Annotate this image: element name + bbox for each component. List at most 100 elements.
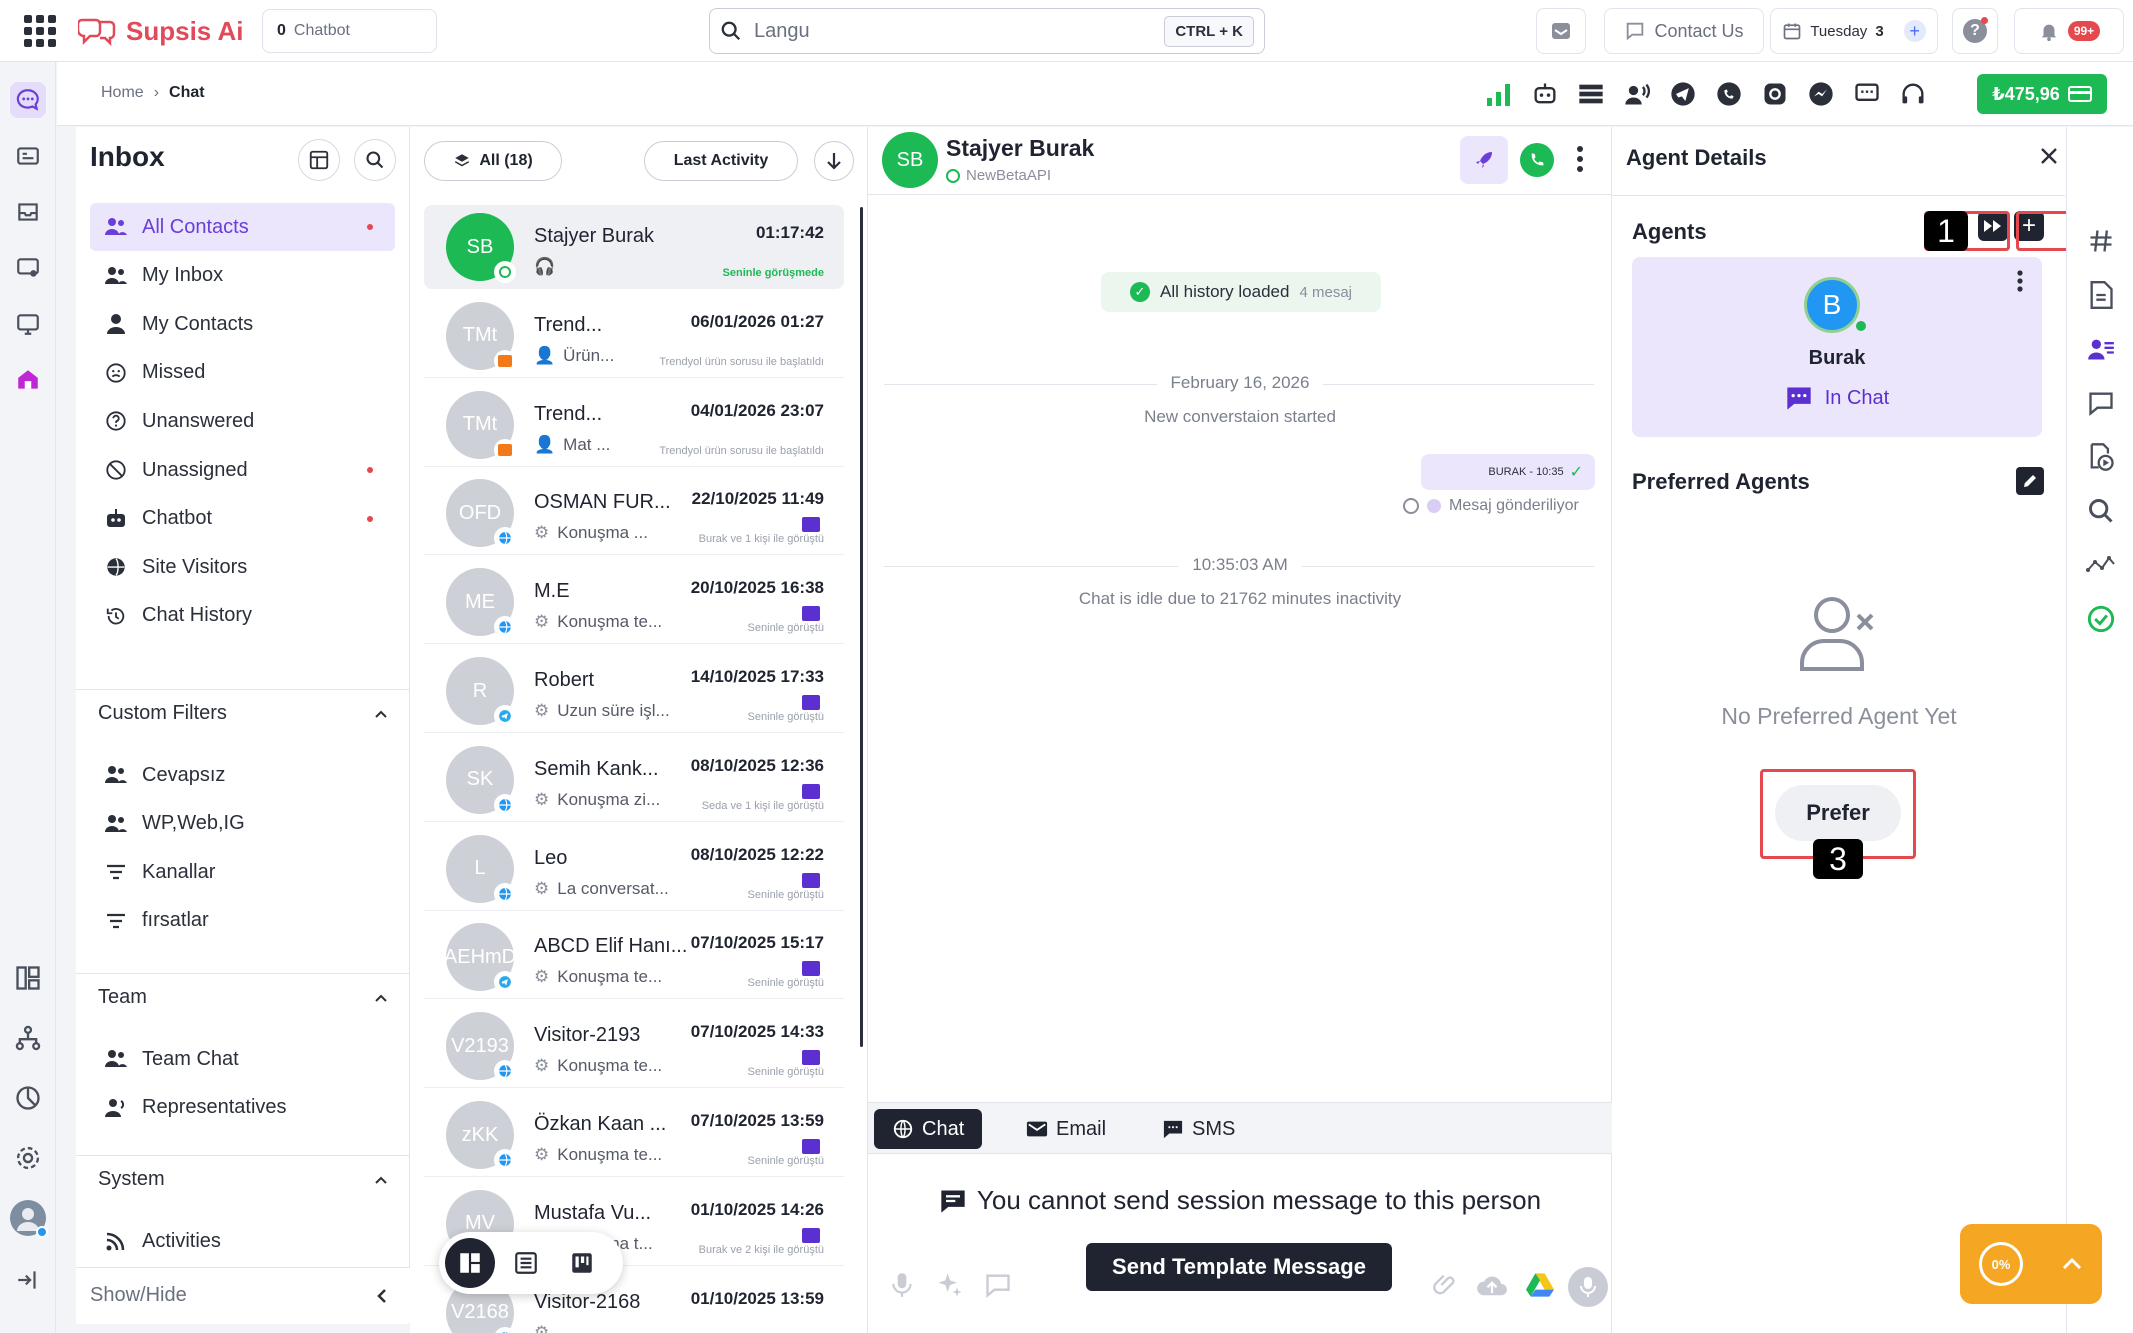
sidebar-item-chatbot[interactable]: Chatbot	[90, 495, 395, 543]
list-view-button[interactable]	[501, 1238, 551, 1288]
chatbot-selector[interactable]: 0 Chatbot	[262, 9, 437, 53]
kanban-view-button[interactable]	[557, 1238, 607, 1288]
chevron-left-icon[interactable]	[376, 1288, 388, 1304]
reports-pie-icon[interactable]	[10, 1080, 46, 1116]
tab-sms[interactable]: SMS	[1144, 1109, 1253, 1149]
headset-icon[interactable]	[1899, 80, 1927, 108]
document-icon[interactable]	[2083, 277, 2119, 313]
sparkle-ai-icon[interactable]	[932, 1267, 968, 1303]
sidebar-item-my-contacts[interactable]: My Contacts	[90, 300, 395, 348]
whatsapp-icon[interactable]	[1715, 80, 1743, 108]
calendar-button[interactable]: Tuesday 3 +	[1770, 8, 1938, 54]
journey-icon[interactable]	[2083, 547, 2119, 583]
contact-list-item[interactable]: R Robert 14/10/2025 17:33 ⚙ Uzun süre işl…	[424, 649, 844, 733]
more-options-icon[interactable]	[1576, 145, 1584, 173]
comment-icon[interactable]	[2083, 385, 2119, 421]
bot-icon[interactable]	[1531, 80, 1559, 108]
sidebar-item-team-chat[interactable]: Team Chat	[90, 1035, 395, 1083]
contact-list-item[interactable]: zKK Özkan Kaan ... 07/10/2025 13:59 ⚙ Kon…	[424, 1093, 844, 1177]
show-hide-toggle[interactable]: Show/Hide	[76, 1267, 410, 1323]
contact-list-item[interactable]: SK Semih Kank... 08/10/2025 12:36 ⚙ Konuş…	[424, 738, 844, 822]
flow-tree-icon[interactable]	[10, 1020, 46, 1056]
sidebar-item-f-rsatlar[interactable]: fırsatlar	[90, 897, 395, 945]
sidebar-item-kanallar[interactable]: Kanallar	[90, 848, 395, 896]
breadcrumb-home[interactable]: Home	[101, 84, 144, 102]
help-button[interactable]: ?	[1952, 8, 1998, 54]
card-view-button[interactable]	[445, 1238, 495, 1288]
sidebar-item-cevaps-z[interactable]: Cevapsız	[90, 751, 395, 799]
agent-details-icon[interactable]	[2083, 331, 2119, 367]
contact-list-item[interactable]: OFD OSMAN FUR... 22/10/2025 11:49 ⚙ Konuş…	[424, 471, 844, 556]
collapse-panel-icon[interactable]	[10, 1262, 46, 1298]
sidebar-item-missed[interactable]: Missed	[90, 349, 395, 397]
layout-toggle-button[interactable]	[298, 139, 340, 181]
sidebar-item-representatives[interactable]: Representatives	[90, 1084, 395, 1132]
apps-grid-icon[interactable]	[24, 15, 56, 47]
attachment-icon[interactable]	[1428, 1267, 1464, 1303]
tab-chat[interactable]: Chat	[874, 1109, 983, 1149]
dashboard-layout-icon[interactable]	[10, 960, 46, 996]
contact-list-item[interactable]: V2193 Visitor-2193 07/10/2025 14:33 ⚙ Kon…	[424, 1004, 844, 1089]
sidebar-item-activities[interactable]: Activities	[90, 1217, 395, 1265]
call-button[interactable]	[1520, 143, 1554, 177]
contact-list-item[interactable]: TMt Trend... 04/01/2026 23:07 👤 Mat ... T…	[424, 383, 844, 467]
sidebar-item-site-visitors[interactable]: Site Visitors	[90, 543, 395, 591]
app-logo[interactable]: Supsis Ai	[78, 12, 244, 50]
cloud-upload-icon[interactable]	[1474, 1267, 1510, 1303]
user-avatar[interactable]	[10, 1200, 48, 1238]
sidebar-item-unanswered[interactable]: Unanswered	[90, 397, 395, 445]
mic-disabled-icon[interactable]	[884, 1267, 920, 1303]
contact-us-button[interactable]: Contact Us	[1604, 8, 1764, 54]
contact-list-item[interactable]: ME M.E 20/10/2025 16:38 ⚙ Konuşma te... S…	[424, 560, 844, 645]
list-view-icon[interactable]	[1577, 80, 1605, 108]
sidebar-item-chat-history[interactable]: Chat History	[90, 592, 395, 640]
send-template-button[interactable]: Send Template Message	[1086, 1243, 1392, 1291]
tab-email[interactable]: Email	[1008, 1109, 1124, 1149]
instagram-icon[interactable]	[1761, 80, 1789, 108]
sidebar-item-all-contacts[interactable]: All Contacts	[90, 203, 395, 251]
notifications-button[interactable]: 99+	[2014, 8, 2124, 54]
search-input[interactable]: Langu	[754, 20, 1164, 43]
system-section[interactable]: System	[76, 1155, 410, 1203]
telegram-icon[interactable]	[1669, 80, 1697, 108]
inbox-search-button[interactable]	[354, 139, 396, 181]
chevron-up-icon[interactable]	[374, 993, 388, 1003]
progress-widget[interactable]: 0%	[1960, 1224, 2102, 1304]
hashtag-icon[interactable]	[2083, 223, 2119, 259]
edit-preferred-button[interactable]	[2016, 467, 2044, 495]
global-search[interactable]: Langu CTRL + K	[709, 8, 1265, 54]
google-drive-icon[interactable]	[1522, 1267, 1558, 1303]
prefer-button[interactable]: Prefer	[1775, 785, 1901, 841]
chevron-up-icon[interactable]	[2061, 1257, 2083, 1271]
balance-badge[interactable]: ₺475,96	[1977, 74, 2107, 114]
add-event-icon[interactable]: +	[1903, 20, 1926, 42]
contact-list-item[interactable]: L Leo 08/10/2025 12:22 ⚙ La conversat... …	[424, 827, 844, 911]
close-icon[interactable]	[2040, 147, 2058, 165]
message-bubble[interactable]: BURAK - 10:35 ✓	[1421, 454, 1595, 490]
agent-card[interactable]: B Burak In Chat	[1632, 257, 2042, 437]
contact-list-item[interactable]: SB Stajyer Burak 01:17:42 🎧 Seninle görü…	[424, 205, 844, 289]
team-section[interactable]: Team	[76, 973, 410, 1021]
chevron-up-icon[interactable]	[374, 709, 388, 719]
contacts-card-icon[interactable]	[10, 138, 46, 174]
monitor-icon[interactable]	[10, 306, 46, 342]
sort-direction-button[interactable]	[814, 141, 854, 181]
all-filter-button[interactable]: All (18)	[424, 141, 562, 181]
list-scrollbar[interactable]	[860, 207, 863, 1047]
check-badge-icon[interactable]	[2083, 601, 2119, 637]
chevron-up-icon[interactable]	[374, 1175, 388, 1185]
speaking-person-icon[interactable]	[1623, 80, 1651, 108]
search-icon[interactable]	[2083, 493, 2119, 529]
chat-nav-icon[interactable]	[10, 82, 46, 118]
sidebar-item-unassigned[interactable]: Unassigned	[90, 446, 395, 494]
screen-settings-icon[interactable]	[10, 250, 46, 286]
sidebar-item-wp-web-ig[interactable]: WP,Web,IG	[90, 800, 395, 848]
sms-icon[interactable]	[1853, 80, 1881, 108]
tray-icon[interactable]	[10, 194, 46, 230]
contact-list-item[interactable]: TMt Trend... 06/01/2026 01:27 👤 Ürün... T…	[424, 294, 844, 378]
signal-bars-icon[interactable]	[1485, 82, 1513, 106]
sidebar-item-my-inbox[interactable]: My Inbox	[90, 252, 395, 300]
agent-more-icon[interactable]	[2016, 269, 2024, 293]
sort-button[interactable]: Last Activity	[644, 141, 798, 181]
comment-edit-icon[interactable]	[980, 1267, 1016, 1303]
